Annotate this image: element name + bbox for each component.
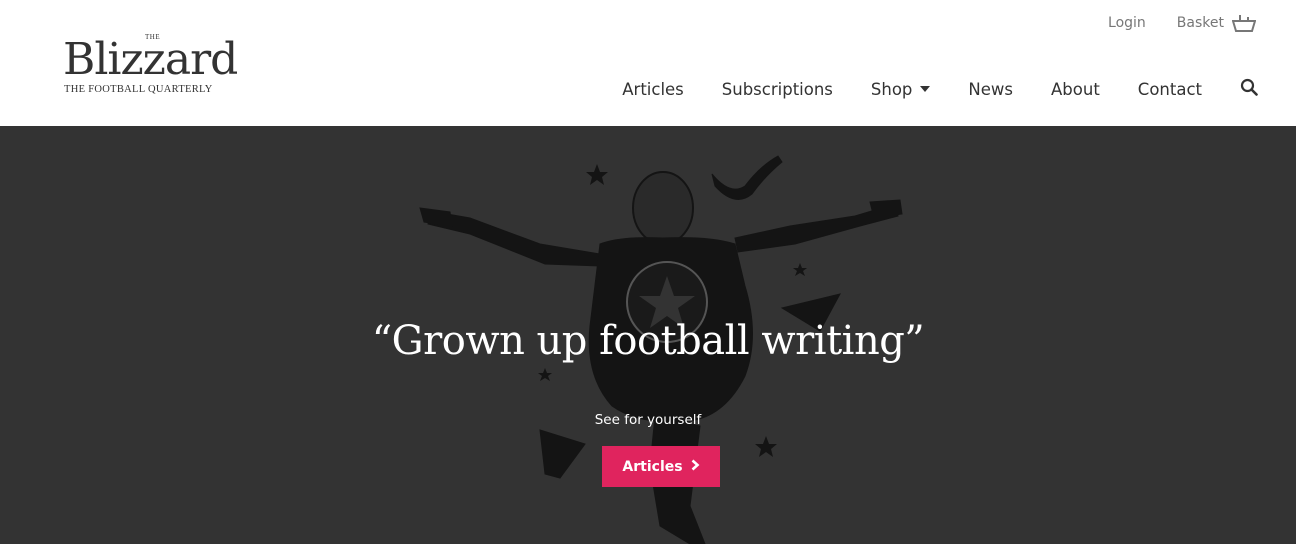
nav-subscriptions[interactable]: Subscriptions (722, 80, 833, 99)
hero-headline: “Grown up football writing” (371, 318, 925, 364)
nav-articles[interactable]: Articles (622, 80, 684, 99)
caret-down-icon (920, 86, 931, 92)
nav-news-label: News (968, 79, 1013, 99)
basket-label: Basket (1176, 15, 1224, 31)
articles-cta-button[interactable]: Articles (602, 446, 720, 487)
basket-icon (1232, 15, 1256, 32)
search-button[interactable] (1240, 78, 1258, 100)
nav-shop-label: Shop (870, 79, 913, 99)
login-link[interactable]: Login (1108, 15, 1146, 31)
hero-subtext: See for yourself (594, 412, 702, 428)
cta-label: Articles (622, 458, 683, 475)
basket-link[interactable]: Basket (1177, 14, 1256, 32)
logo-wordmark: Blizzard (63, 34, 238, 85)
nav-contact-label: Contact (1137, 79, 1202, 99)
nav-shop[interactable]: Shop (871, 80, 931, 99)
search-icon (1240, 78, 1258, 96)
logo-tagline: THE FOOTBALL QUARTERLY (64, 84, 213, 95)
nav-news[interactable]: News (968, 80, 1013, 99)
site-header: THE Blizzard THE FOOTBALL QUARTERLY Logi… (0, 0, 1296, 126)
main-nav: Articles Subscriptions Shop News About C… (622, 78, 1258, 100)
utility-nav: Login Basket (1108, 14, 1256, 32)
site-logo[interactable]: THE Blizzard THE FOOTBALL QUARTERLY (63, 33, 298, 103)
nav-about-label: About (1051, 79, 1100, 99)
nav-articles-label: Articles (622, 79, 684, 99)
nav-subscriptions-label: Subscriptions (721, 79, 833, 99)
hero-banner: “Grown up football writing” See for your… (0, 126, 1296, 544)
nav-contact[interactable]: Contact (1138, 80, 1202, 99)
chevron-right-icon (691, 459, 700, 475)
nav-about[interactable]: About (1051, 80, 1100, 99)
